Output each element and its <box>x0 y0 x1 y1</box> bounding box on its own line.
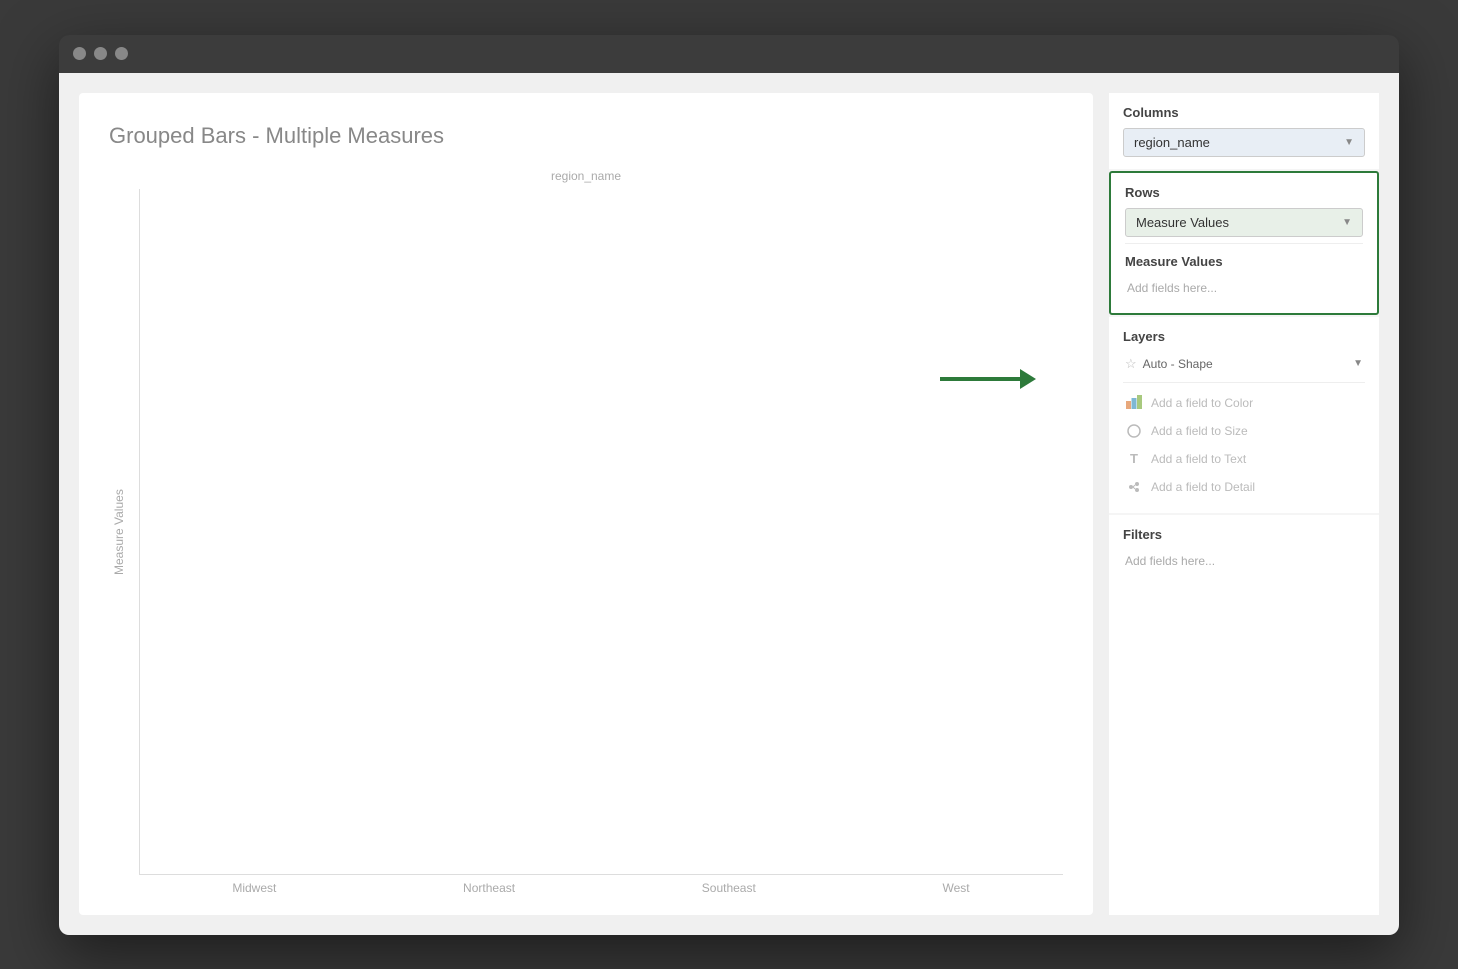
main-area: Grouped Bars - Multiple Measures region_… <box>79 93 1093 915</box>
layers-divider <box>1123 382 1365 383</box>
x-label-northeast: Northeast <box>463 881 515 895</box>
rows-field-value: Measure Values <box>1136 215 1229 230</box>
arrow-annotation <box>940 369 1036 389</box>
color-label: Add a field to Color <box>1151 396 1253 410</box>
close-button[interactable] <box>73 47 86 60</box>
detail-label: Add a field to Detail <box>1151 480 1255 494</box>
auto-shape-arrow: ▼ <box>1353 358 1363 369</box>
y-axis-label: Measure Values <box>109 189 129 875</box>
chart-container: region_name Measure Values Midwest North… <box>109 169 1063 895</box>
maximize-button[interactable] <box>115 47 128 60</box>
main-window: Grouped Bars - Multiple Measures region_… <box>59 35 1399 935</box>
columns-field-value: region_name <box>1134 135 1210 150</box>
rows-section: Rows Measure Values ▼ Measure Values Add… <box>1109 171 1379 315</box>
x-label-southeast: Southeast <box>702 881 756 895</box>
layers-label: Layers <box>1123 329 1365 344</box>
filters-placeholder: Add fields here... <box>1123 550 1365 572</box>
sidebar: Columns region_name ▼ Rows Measure Value… <box>1109 93 1379 915</box>
auto-shape-label: Auto - Shape <box>1143 357 1213 371</box>
size-icon <box>1125 422 1143 440</box>
color-icon <box>1125 394 1143 412</box>
columns-label: Columns <box>1123 105 1365 120</box>
x-axis: Midwest Northeast Southeast West <box>109 881 1063 895</box>
filters-section: Filters Add fields here... <box>1109 515 1379 915</box>
rows-dropdown-arrow: ▼ <box>1342 217 1352 228</box>
color-row[interactable]: Add a field to Color <box>1123 389 1365 417</box>
titlebar <box>59 35 1399 73</box>
chart-title: Grouped Bars - Multiple Measures <box>109 123 1063 149</box>
window-content: Grouped Bars - Multiple Measures region_… <box>59 73 1399 935</box>
columns-field-dropdown[interactable]: region_name ▼ <box>1123 128 1365 157</box>
chart-body: Measure Values <box>109 189 1063 875</box>
minimize-button[interactable] <box>94 47 107 60</box>
text-label: Add a field to Text <box>1151 452 1246 466</box>
arrow-head <box>1020 369 1036 389</box>
detail-icon <box>1125 478 1143 496</box>
auto-shape-row[interactable]: ☆ Auto - Shape ▼ <box>1123 352 1365 376</box>
star-icon: ☆ <box>1125 356 1137 372</box>
layers-section: Layers ☆ Auto - Shape ▼ <box>1109 317 1379 513</box>
x-label-west: West <box>943 881 970 895</box>
rows-divider <box>1125 243 1363 244</box>
columns-dropdown-arrow: ▼ <box>1344 137 1354 148</box>
rows-label: Rows <box>1125 185 1363 200</box>
arrow-shaft <box>940 377 1020 381</box>
measure-values-placeholder: Add fields here... <box>1125 277 1363 299</box>
x-label-midwest: Midwest <box>232 881 276 895</box>
columns-section: Columns region_name ▼ <box>1109 93 1379 169</box>
text-icon: T <box>1125 450 1143 468</box>
measure-values-label: Measure Values <box>1125 254 1363 269</box>
size-row[interactable]: Add a field to Size <box>1123 417 1365 445</box>
text-row[interactable]: T Add a field to Text <box>1123 445 1365 473</box>
detail-row[interactable]: Add a field to Detail <box>1123 473 1365 501</box>
chart-plot <box>139 189 1063 875</box>
x-axis-title: region_name <box>109 169 1063 183</box>
size-label: Add a field to Size <box>1151 424 1248 438</box>
rows-field-dropdown[interactable]: Measure Values ▼ <box>1125 208 1363 237</box>
filters-label: Filters <box>1123 527 1365 542</box>
